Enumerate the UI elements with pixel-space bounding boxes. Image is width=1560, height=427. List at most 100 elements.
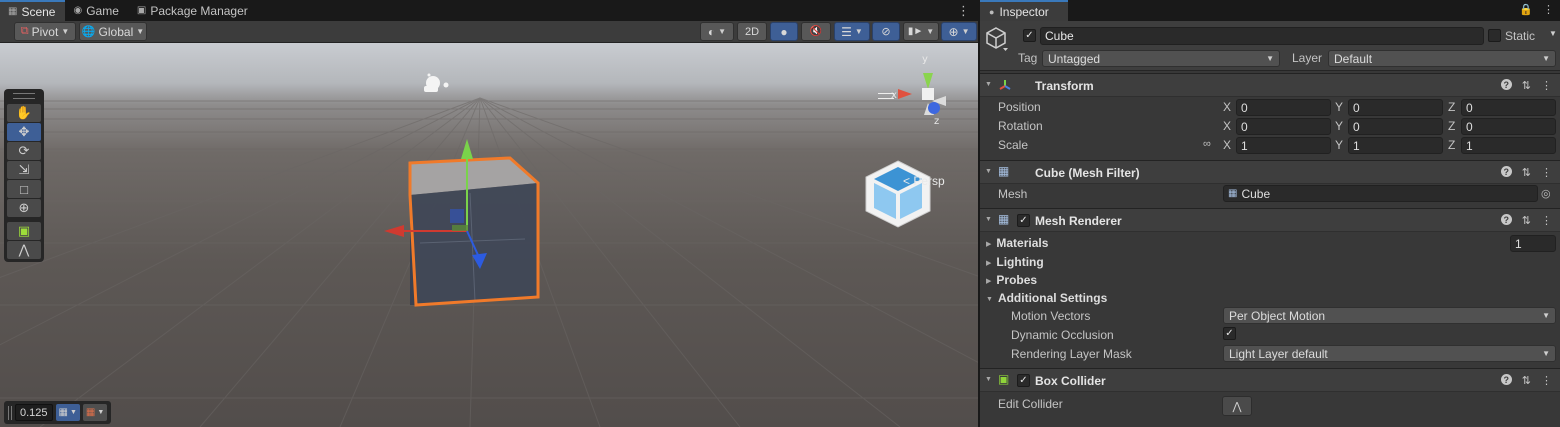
draw-mode-dropdown[interactable]: ◐ ▼ <box>700 22 734 41</box>
camera-icon: ▮► <box>907 26 924 37</box>
global-dropdown[interactable]: 🌐 Global ▼ <box>79 22 147 41</box>
chevron-down-icon[interactable]: ▼ <box>1549 29 1557 38</box>
more-options-icon[interactable]: ⋮ <box>957 3 970 19</box>
scene-viewport[interactable]: y x z < Persp ✋ ✥ ⟳ ⇲ □ ⊕ ▣ ⋀ 0.125 ▦ ▼ … <box>0 43 978 427</box>
directional-light-icon[interactable] <box>424 73 449 93</box>
motion-vectors-value: Per Object Motion <box>1229 308 1326 323</box>
mesh-object-field[interactable]: ▦ Cube <box>1223 185 1538 202</box>
mode-2d-toggle[interactable]: 2D <box>737 22 767 41</box>
edit-collider-tool-icon[interactable]: ⋀ <box>7 241 41 259</box>
drag-handle[interactable] <box>13 93 35 99</box>
scale-tool-icon[interactable]: ⇲ <box>7 161 41 179</box>
scene-view-panel: ▦ Scene ◉ Game ▣ Package Manager ⋮ ⧉ Piv… <box>0 0 978 427</box>
rect-tool-icon[interactable]: □ <box>7 180 41 198</box>
more-options-icon[interactable]: ⋮ <box>1541 374 1552 387</box>
scene-visibility-toggle[interactable]: ⊘ <box>872 22 900 41</box>
materials-count-field[interactable]: 1 <box>1510 235 1556 252</box>
move-tool-icon[interactable]: ✥ <box>7 123 41 141</box>
scale-x-field[interactable]: 1 <box>1236 137 1331 154</box>
more-options-icon[interactable]: ⋮ <box>1541 79 1552 92</box>
pivot-dropdown[interactable]: ⧉ Pivot ▼ <box>14 22 76 41</box>
grid-icon: ▦ <box>8 6 18 17</box>
rotation-z-field[interactable]: 0 <box>1461 118 1556 135</box>
rendering-layer-mask-dropdown[interactable]: Light Layer default ▼ <box>1223 345 1556 362</box>
layer-label: Layer <box>1292 51 1323 65</box>
rotation-x-field[interactable]: 0 <box>1236 118 1331 135</box>
layer-dropdown[interactable]: Default ▼ <box>1328 50 1556 67</box>
static-label: Static <box>1505 29 1536 43</box>
help-icon[interactable]: ? <box>1500 166 1512 177</box>
perspective-label[interactable]: < Persp <box>903 174 945 188</box>
tab-scene[interactable]: ▦ Scene <box>0 0 66 21</box>
gizmo-menu-icon[interactable] <box>878 93 894 99</box>
more-options-icon[interactable]: ⋮ <box>1541 214 1552 227</box>
box-collider-header[interactable]: ▼ ▣ ✓ Box Collider ? ⇅ ⋮ <box>980 368 1560 392</box>
layers-icon: ☰ <box>841 24 852 39</box>
dynamic-occlusion-checkbox[interactable]: ✓ <box>1223 327 1236 340</box>
lighting-toggle[interactable]: ● <box>770 22 798 41</box>
gizmo-icon: ⊕ <box>948 24 959 39</box>
box-collider-icon: ▣ <box>998 372 1010 386</box>
chevron-down-icon: ▼ <box>926 27 935 36</box>
orientation-gizmo[interactable]: y x z <box>891 54 946 127</box>
help-icon[interactable]: ? <box>1500 214 1512 225</box>
custom-tool-cube-icon[interactable]: ▣ <box>7 222 41 240</box>
rendering-layer-mask-label: Rendering Layer Mask <box>1011 347 1132 361</box>
grid-visibility-dropdown[interactable]: ▦ ▼ <box>82 404 108 421</box>
camera-dropdown[interactable]: ▮► ▼ <box>903 22 939 41</box>
object-name-field[interactable]: Cube <box>1040 27 1484 45</box>
mesh-renderer-enabled-checkbox[interactable]: ✓ <box>1017 214 1030 227</box>
mesh-filter-header[interactable]: ▼ ▦ Cube (Mesh Filter) ? ⇅ ⋮ <box>980 160 1560 184</box>
lock-icon[interactable]: 🔒 <box>1519 3 1533 16</box>
constrain-proportions-icon[interactable]: ∞ <box>1203 138 1211 150</box>
static-checkbox[interactable]: ✓ <box>1488 29 1501 42</box>
effects-dropdown[interactable]: ☰ ▼ <box>834 22 870 41</box>
help-icon[interactable]: ? <box>1500 79 1512 90</box>
transform-header[interactable]: ▼ Transform ? ⇅ ⋮ <box>980 73 1560 97</box>
tag-dropdown[interactable]: Untagged ▼ <box>1042 50 1280 67</box>
preset-icon[interactable]: ⇅ <box>1522 214 1531 227</box>
materials-foldout[interactable]: ▶ Materials <box>986 236 1048 250</box>
mesh-renderer-header[interactable]: ▼ ▦ ✓ Mesh Renderer ? ⇅ ⋮ <box>980 208 1560 232</box>
dynamic-occlusion-label: Dynamic Occlusion <box>1011 328 1114 342</box>
tab-game[interactable]: ◉ Game <box>65 0 128 21</box>
tab-inspector[interactable]: ● Inspector <box>980 0 1068 21</box>
gameobject-cube-icon[interactable] <box>986 26 1008 52</box>
preset-icon[interactable]: ⇅ <box>1522 166 1531 179</box>
edit-collider-button[interactable]: ⋀ <box>1222 396 1252 416</box>
transform-tool-icon[interactable]: ⊕ <box>7 199 41 217</box>
hand-tool-icon[interactable]: ✋ <box>7 104 41 122</box>
scale-z-field[interactable]: 1 <box>1461 137 1556 154</box>
tab-package-manager[interactable]: ▣ Package Manager <box>129 0 258 21</box>
audio-toggle[interactable]: 🔇 <box>801 22 831 41</box>
rotate-tool-icon[interactable]: ⟳ <box>7 142 41 160</box>
probes-foldout[interactable]: ▶ Probes <box>986 273 1037 287</box>
preset-icon[interactable]: ⇅ <box>1522 79 1531 92</box>
additional-settings-foldout[interactable]: ▼ Additional Settings <box>986 291 1107 305</box>
grid-snap-dropdown[interactable]: ▦ ▼ <box>55 404 80 421</box>
rotation-x-label: X <box>1223 119 1232 133</box>
help-icon[interactable]: ? <box>1500 374 1512 385</box>
tab-package-manager-label: Package Manager <box>150 3 248 18</box>
fold-arrow-icon: ▼ <box>985 81 992 88</box>
box-collider-enabled-checkbox[interactable]: ✓ <box>1017 374 1030 387</box>
drag-handle[interactable] <box>8 405 12 420</box>
lighting-foldout[interactable]: ▶ Lighting <box>986 255 1044 269</box>
position-z-field[interactable]: 0 <box>1461 99 1556 116</box>
rotation-y-field[interactable]: 0 <box>1348 118 1443 135</box>
snap-increment-field[interactable]: 0.125 <box>15 404 53 421</box>
motion-vectors-label: Motion Vectors <box>1011 309 1091 323</box>
preset-icon[interactable]: ⇅ <box>1522 374 1531 387</box>
position-y-field[interactable]: 0 <box>1348 99 1443 116</box>
object-picker-icon[interactable]: ◎ <box>1541 187 1551 200</box>
more-options-icon[interactable]: ⋮ <box>1541 166 1552 179</box>
gizmos-dropdown[interactable]: ⊕ ▼ <box>941 22 977 41</box>
chevron-down-icon: ▼ <box>961 27 970 36</box>
motion-vectors-dropdown[interactable]: Per Object Motion ▼ <box>1223 307 1556 324</box>
audio-icon: 🔇 <box>809 26 823 37</box>
scale-y-field[interactable]: 1 <box>1348 137 1443 154</box>
active-checkbox[interactable]: ✓ <box>1023 29 1036 42</box>
rotation-label: Rotation <box>998 119 1043 133</box>
more-options-icon[interactable]: ⋮ <box>1543 3 1554 16</box>
position-x-field[interactable]: 0 <box>1236 99 1331 116</box>
